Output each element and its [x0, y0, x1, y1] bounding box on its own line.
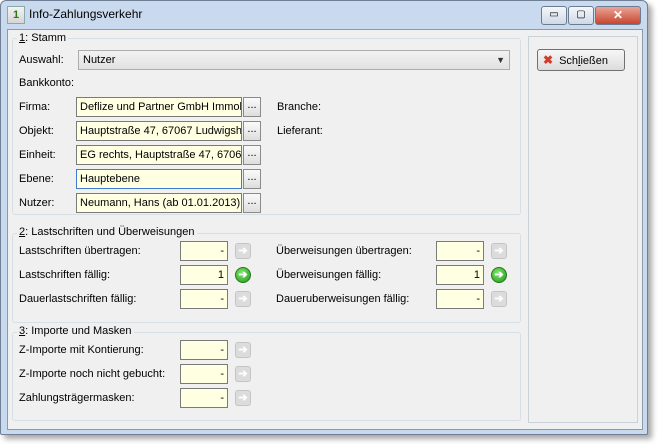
- app-icon: 1: [7, 6, 25, 24]
- arrow-right-icon: ➔: [235, 291, 251, 307]
- nutzer-label: Nutzer:: [19, 197, 55, 209]
- nutzer-field[interactable]: Neumann, Hans (ab 01.01.2013): [76, 193, 242, 213]
- ueberweisungen-uebertragen-label: Überweisungen übertragen:: [276, 245, 412, 257]
- branche-label: Branche:: [277, 101, 322, 113]
- lastschriften-faellig-value: 1: [180, 265, 228, 285]
- objekt-browse-button[interactable]: ...: [243, 121, 261, 141]
- lastschriften-uebertragen-value: -: [180, 241, 228, 261]
- dauerlastschriften-faellig-label: Dauerlastschriften fällig:: [19, 293, 137, 305]
- window-title: Info-Zahlungsverkehr: [29, 7, 143, 21]
- lieferant-label: Lieferant:: [277, 125, 323, 137]
- ebene-field[interactable]: Hauptebene: [76, 169, 242, 189]
- side-panel: ✖ Schließen: [528, 36, 638, 423]
- schliessen-button[interactable]: ✖ Schließen: [537, 49, 625, 71]
- arrow-right-icon: ➔: [235, 366, 251, 382]
- dauerlastschriften-faellig-value: -: [180, 289, 228, 309]
- titlebar[interactable]: 1 Info-Zahlungsverkehr ▭ ▢ ✕: [1, 1, 647, 29]
- go-arrow-icon[interactable]: ➔: [235, 267, 251, 283]
- go-arrow-icon[interactable]: ➔: [491, 267, 507, 283]
- auswahl-label: Auswahl:: [19, 54, 64, 66]
- firma-label: Firma:: [19, 101, 51, 113]
- z-importe-nicht-gebucht-value: -: [180, 364, 228, 384]
- lastschriften-group-label: 2: Lastschriften und Überweisungen: [17, 226, 197, 238]
- nutzer-browse-button[interactable]: ...: [243, 193, 261, 213]
- arrow-right-icon: ➔: [235, 390, 251, 406]
- arrow-right-icon: ➔: [491, 291, 507, 307]
- z-importe-kontierung-label: Z-Importe mit Kontierung:: [19, 344, 144, 356]
- lastschriften-faellig-label: Lastschriften fällig:: [19, 269, 111, 281]
- einheit-field[interactable]: EG rechts, Hauptstraße 47, 67067: [76, 145, 242, 165]
- ueberweisungen-faellig-label: Überweisungen fällig:: [276, 269, 382, 281]
- ueberweisungen-uebertragen-value: -: [436, 241, 484, 261]
- daueruberweisungen-faellig-label: Daueruberweisungen fällig:: [276, 293, 410, 305]
- ueberweisungen-faellig-value: 1: [436, 265, 484, 285]
- zahlungstraegermasken-value: -: [180, 388, 228, 408]
- window-close-button[interactable]: ✕: [595, 6, 641, 25]
- einheit-browse-button[interactable]: ...: [243, 145, 261, 165]
- window: 1 Info-Zahlungsverkehr ▭ ▢ ✕ 1: Stamm Au…: [0, 0, 648, 435]
- ebene-browse-button[interactable]: ...: [243, 169, 261, 189]
- bankkonto-label: Bankkonto:: [19, 77, 75, 89]
- arrow-right-icon: ➔: [235, 342, 251, 358]
- firma-field[interactable]: Deflize und Partner GmbH Immobi: [76, 97, 242, 117]
- client-area: 1: Stamm Auswahl: Nutzer ▼ Bankkonto: Fir…: [7, 29, 643, 430]
- objekt-field[interactable]: Hauptstraße 47, 67067 Ludwigsha: [76, 121, 242, 141]
- z-importe-nicht-gebucht-label: Z-Importe noch nicht gebucht:: [19, 368, 166, 380]
- stamm-group-label: 1: Stamm: [17, 32, 69, 44]
- z-importe-kontierung-value: -: [180, 340, 228, 360]
- importe-group-label: 3: Importe und Masken: [17, 325, 134, 337]
- chevron-down-icon: ▼: [496, 55, 505, 65]
- ebene-label: Ebene:: [19, 173, 54, 185]
- auswahl-select[interactable]: Nutzer ▼: [78, 50, 510, 70]
- maximize-button[interactable]: ▢: [568, 6, 594, 25]
- einheit-label: Einheit:: [19, 149, 56, 161]
- objekt-label: Objekt:: [19, 125, 54, 137]
- arrow-right-icon: ➔: [235, 243, 251, 259]
- lastschriften-uebertragen-label: Lastschriften übertragen:: [19, 245, 141, 257]
- minimize-button[interactable]: ▭: [541, 6, 567, 25]
- arrow-right-icon: ➔: [491, 243, 507, 259]
- daueruberweisungen-faellig-value: -: [436, 289, 484, 309]
- close-icon: ✖: [543, 53, 554, 67]
- zahlungstraegermasken-label: Zahlungsträgermasken:: [19, 392, 135, 404]
- firma-browse-button[interactable]: ...: [243, 97, 261, 117]
